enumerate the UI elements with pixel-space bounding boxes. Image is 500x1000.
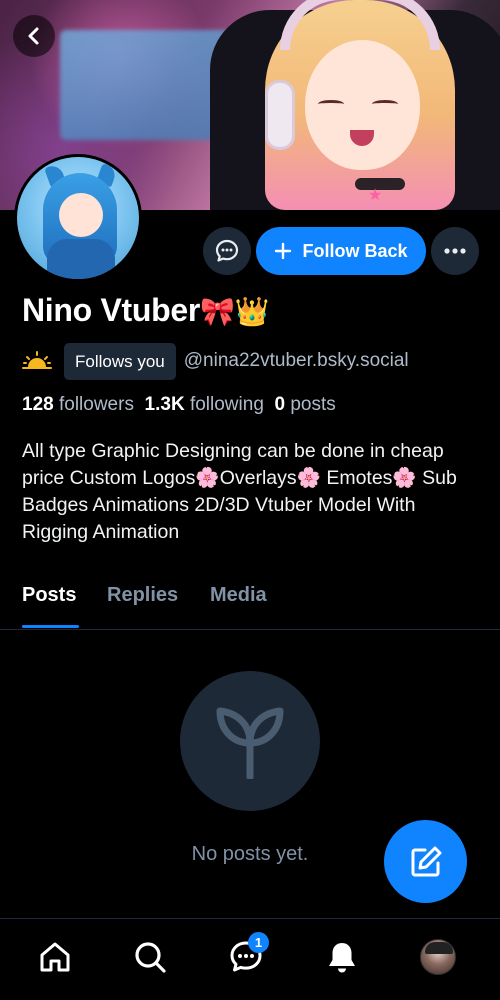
posts-label: posts <box>290 394 336 415</box>
sprout-icon <box>216 707 284 779</box>
tab-replies[interactable]: Replies <box>107 584 178 607</box>
tab-media[interactable]: Media <box>210 584 267 607</box>
display-name-text: Nino Vtuber <box>22 292 201 328</box>
display-name-emojis: 🎀👑 <box>200 295 270 328</box>
banner-headphone <box>265 80 295 150</box>
compose-icon <box>411 846 441 876</box>
profile-handle: @nina22vtuber.bsky.social <box>183 350 409 371</box>
profile-avatar-thumbnail <box>420 939 456 975</box>
more-options-button[interactable] <box>431 227 479 275</box>
followers-label: followers <box>58 394 134 415</box>
profile-bio: All type Graphic Designing can be done i… <box>22 440 457 543</box>
banner-eye-right <box>372 100 398 108</box>
compose-post-button[interactable] <box>384 820 467 903</box>
nav-profile[interactable] <box>418 937 458 977</box>
follow-back-button[interactable]: Follow Back <box>256 227 426 275</box>
banner-eye-left <box>318 100 344 108</box>
plus-icon <box>275 242 292 260</box>
profile-stats: 128 followers 1.3K following 0 posts <box>22 394 336 416</box>
posts-count: 0 <box>274 394 286 415</box>
avatar-face <box>59 193 103 237</box>
nav-search[interactable] <box>130 937 170 977</box>
chat-unread-badge: 1 <box>248 932 269 953</box>
active-tab-indicator <box>22 625 79 628</box>
nav-notifications[interactable] <box>322 937 362 977</box>
nav-home[interactable] <box>35 937 75 977</box>
nav-chat[interactable]: 1 <box>226 932 269 977</box>
bell-icon <box>329 943 355 973</box>
handle-row: Follows you @nina22vtuber.bsky.social <box>22 342 409 380</box>
back-button[interactable] <box>13 15 55 57</box>
avatar-body <box>47 239 115 279</box>
followers-count: 128 <box>22 394 54 415</box>
posts-stat: 0 posts <box>274 394 335 415</box>
message-button[interactable] <box>203 227 251 275</box>
display-name: Nino Vtuber🎀👑 <box>22 292 269 329</box>
banner-star: ★ <box>368 187 383 204</box>
empty-state-illustration <box>180 671 320 811</box>
follows-you-badge: Follows you <box>64 342 176 380</box>
avatar-hat <box>425 942 453 954</box>
following-count: 1.3K <box>144 394 185 415</box>
profile-tabs: Posts Replies Media <box>0 578 500 630</box>
chat-bubble-icon <box>215 239 239 262</box>
banner-monitor <box>60 30 230 140</box>
followers-stat[interactable]: 128 followers <box>22 394 134 415</box>
home-icon <box>40 942 70 972</box>
follow-back-label: Follow Back <box>302 240 408 261</box>
search-icon <box>135 942 166 973</box>
profile-avatar[interactable] <box>14 154 142 282</box>
sunrise-icon <box>22 351 52 369</box>
chevron-left-icon <box>28 27 39 45</box>
following-label: following <box>189 394 264 415</box>
tab-posts[interactable]: Posts <box>22 584 76 607</box>
ellipsis-icon <box>444 248 466 254</box>
following-stat[interactable]: 1.3K following <box>145 394 264 415</box>
bottom-navigation: 1 <box>0 918 500 1000</box>
